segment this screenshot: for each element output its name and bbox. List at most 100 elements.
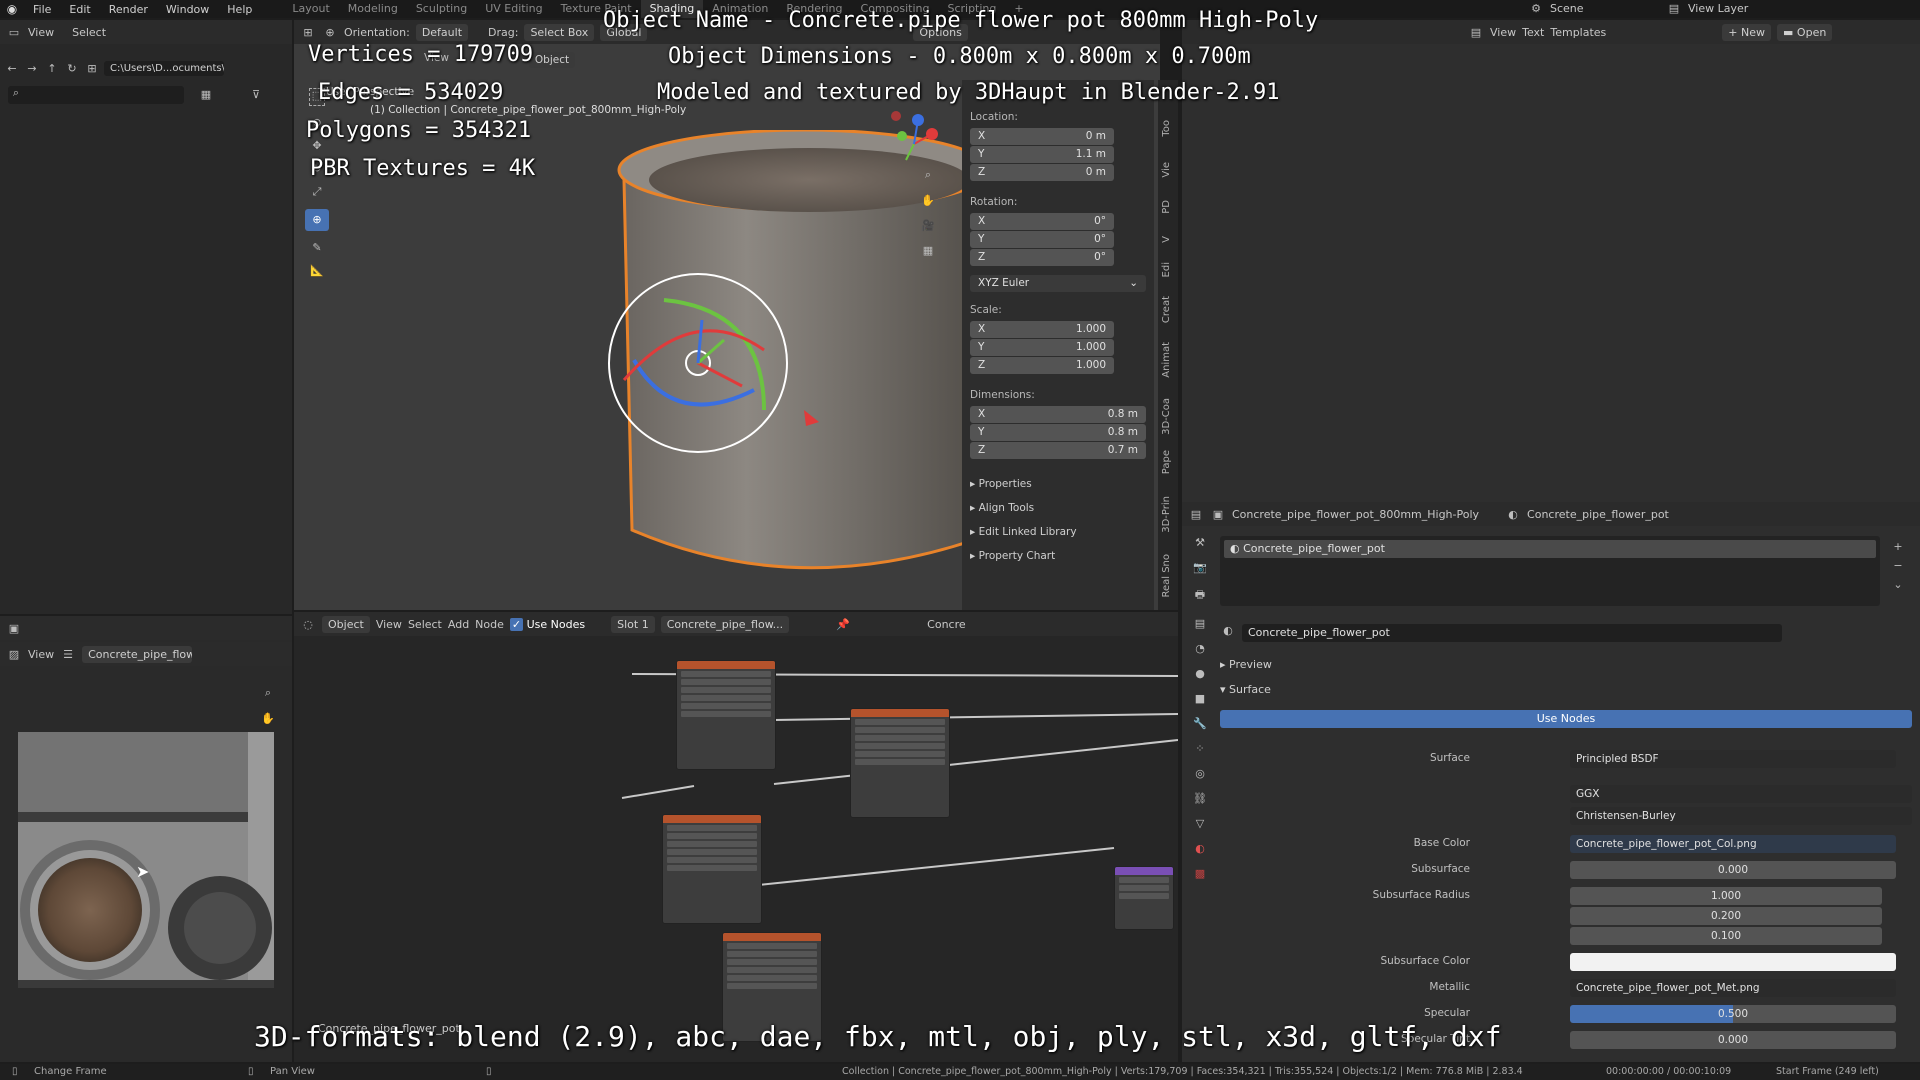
material-browse-icon[interactable]: ◐ [1220, 624, 1236, 637]
distribution-dropdown[interactable]: GGX [1570, 785, 1912, 803]
rotation-z-field[interactable]: Z 0° [970, 249, 1114, 266]
menu-edit[interactable]: Edit [60, 3, 99, 16]
blender-logo-icon[interactable]: ◉ [0, 2, 24, 16]
section-properties[interactable]: ▸ Properties [970, 478, 1032, 490]
remove-slot-icon[interactable]: − [1890, 559, 1906, 572]
flower-pot-model[interactable] [594, 130, 1014, 600]
output-icon[interactable]: 🖶 [1192, 586, 1208, 605]
tab-real-snow[interactable]: Real Sno [1161, 554, 1172, 598]
render-icon[interactable]: 📷 [1192, 561, 1208, 574]
material-icon[interactable]: ◐ [1192, 842, 1208, 855]
text-text-menu[interactable]: Text [1522, 26, 1544, 39]
measure-icon[interactable]: 📐 [309, 264, 325, 277]
text-templates-menu[interactable]: Templates [1550, 26, 1606, 39]
view-layer-icon[interactable]: ▤ [1192, 617, 1208, 630]
pin-icon[interactable]: 📌 [835, 618, 851, 631]
subsurface-radius-z-field[interactable]: 0.100 [1570, 927, 1882, 945]
tab-edit[interactable]: Edi [1161, 262, 1172, 277]
surface-shader-field[interactable]: Principled BSDF [1570, 750, 1896, 768]
menu-window[interactable]: Window [157, 3, 218, 16]
editor-type-icon[interactable]: ▭ [6, 26, 22, 39]
image-texture-node-metallic[interactable] [850, 708, 950, 818]
location-y-field[interactable]: Y 1.1 m [970, 146, 1114, 163]
scale-z-field[interactable]: Z 1.000 [970, 357, 1114, 374]
section-edit-linked-library[interactable]: ▸ Edit Linked Library [970, 526, 1077, 538]
constraints-icon[interactable]: ⛓ [1192, 792, 1208, 805]
preview-section[interactable]: ▸ Preview [1220, 658, 1272, 671]
texture-icon[interactable]: ▩ [1192, 867, 1208, 880]
menu-icon[interactable]: ☰ [60, 648, 76, 661]
scale-icon[interactable]: ⤢ [309, 185, 325, 199]
modifier-icon[interactable]: 🔧 [1192, 717, 1208, 730]
tab-3d-print[interactable]: 3D-Prin [1161, 496, 1172, 533]
zoom-icon[interactable]: ⌕ [920, 168, 936, 182]
drag-dropdown[interactable]: Select Box [524, 23, 595, 41]
orientation-dropdown[interactable]: Default [415, 23, 469, 41]
dimensions-y-field[interactable]: Y 0.8 m [970, 424, 1146, 441]
surface-section[interactable]: ▾ Surface [1220, 683, 1271, 696]
material-slot-item[interactable]: ◐ Concrete_pipe_flower_pot [1224, 540, 1876, 558]
editor-type-icon[interactable]: ▣ [6, 622, 22, 635]
node-add-menu[interactable]: Add [448, 618, 469, 631]
node-select-menu[interactable]: Select [408, 618, 442, 631]
dimensions-x-field[interactable]: X 0.8 m [970, 406, 1146, 423]
editor-type-icon[interactable]: ▤ [1188, 508, 1204, 521]
tab-layout[interactable]: Layout [283, 0, 338, 18]
object-icon[interactable]: ■ [1192, 692, 1208, 705]
properties-material-name[interactable]: Concrete_pipe_flower_pot [1527, 508, 1669, 521]
specular-slider[interactable]: 0.500 [1570, 1005, 1896, 1023]
path-field[interactable]: C:\Users\D...ocuments\ [104, 60, 224, 76]
data-icon[interactable]: ▽ [1192, 817, 1208, 830]
properties-object-name[interactable]: Concrete_pipe_flower_pot_800mm_High-Poly [1232, 508, 1479, 521]
image-view-menu[interactable]: View [28, 648, 54, 661]
new-text-button[interactable]: + New [1722, 23, 1772, 41]
material-dropdown[interactable]: Concrete_pipe_flow... [660, 615, 790, 633]
new-folder-icon[interactable]: ⊞ [84, 62, 100, 75]
tab-paper[interactable]: Pape [1161, 450, 1172, 474]
location-z-field[interactable]: Z 0 m [970, 164, 1114, 181]
subsurface-method-dropdown[interactable]: Christensen-Burley [1570, 807, 1912, 825]
subsurface-color-swatch[interactable] [1570, 953, 1896, 971]
world-icon[interactable]: ● [1192, 667, 1208, 680]
tab-tool[interactable]: Too [1161, 120, 1172, 137]
scale-y-field[interactable]: Y 1.000 [970, 339, 1114, 356]
tab-view[interactable]: Vie [1161, 162, 1172, 178]
specular-tint-field[interactable]: 0.000 [1570, 1031, 1896, 1049]
node-view-menu[interactable]: View [376, 618, 402, 631]
add-slot-icon[interactable]: + [1890, 540, 1906, 553]
metallic-field[interactable]: Concrete_pipe_flower_pot_Met.png [1570, 979, 1896, 997]
tab-modeling[interactable]: Modeling [339, 0, 407, 18]
material-dropdown-2[interactable]: Concre [927, 618, 965, 631]
image-name-field[interactable]: Concrete_pipe_flow... [82, 645, 193, 663]
physics-icon[interactable]: ◎ [1192, 767, 1208, 780]
tab-pd[interactable]: PD [1161, 200, 1172, 214]
editor-type-icon[interactable]: ▤ [1468, 26, 1484, 39]
file-browser-select-menu[interactable]: Select [72, 26, 106, 39]
image-texture-node-roughness[interactable] [662, 814, 762, 924]
particles-icon[interactable]: ⁘ [1192, 742, 1208, 755]
scene-icon[interactable]: ◔ [1192, 642, 1208, 655]
forward-arrow-icon[interactable]: → [24, 62, 40, 75]
image-texture-node-color[interactable] [676, 660, 776, 770]
annotate-icon[interactable]: ✎ [309, 241, 325, 254]
viewport-object-menu[interactable]: Object [528, 52, 576, 68]
filter-icon[interactable]: ⊽ [248, 88, 264, 101]
use-nodes-checkbox[interactable]: ✓ Use Nodes [509, 617, 585, 631]
material-name-field[interactable]: Concrete_pipe_flower_pot [1242, 624, 1782, 642]
tool-icon[interactable]: ⚒ [1192, 536, 1208, 549]
hand-pan-icon[interactable]: ✋ [920, 194, 936, 207]
navigation-gizmo[interactable] [874, 100, 954, 180]
transform-icon[interactable]: ⊕ [305, 209, 329, 231]
view-layer-icon[interactable]: ▤ [1666, 0, 1682, 18]
menu-render[interactable]: Render [100, 3, 157, 16]
zoom-icon[interactable]: ⌕ [260, 686, 276, 700]
text-view-menu[interactable]: View [1490, 26, 1516, 39]
rotation-mode-dropdown[interactable]: XYZ Euler ⌄ [970, 275, 1146, 292]
tab-create[interactable]: Creat [1161, 296, 1172, 323]
base-color-field[interactable]: Concrete_pipe_flower_pot_Col.png [1570, 835, 1896, 853]
subsurface-field[interactable]: 0.000 [1570, 861, 1896, 879]
location-x-field[interactable]: X 0 m [970, 128, 1114, 145]
rotation-y-field[interactable]: Y 0° [970, 231, 1114, 248]
shader-node-editor[interactable]: ◌ Object View Select Add Node ✓ Use Node… [294, 612, 1178, 1062]
search-input[interactable]: ⌕ [8, 86, 184, 104]
